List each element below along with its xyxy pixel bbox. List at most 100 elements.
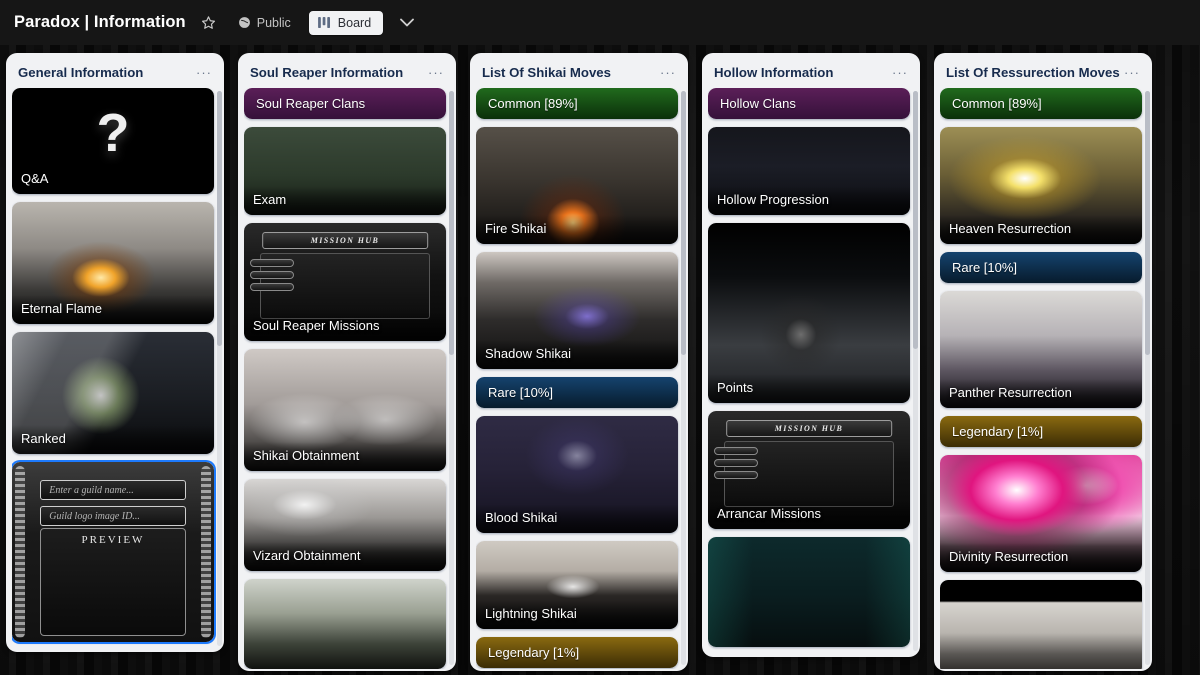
star-icon[interactable] (198, 12, 220, 34)
board-card[interactable]: Legendary [1%] (476, 637, 678, 669)
guild-name-input[interactable]: Enter a guild name... (40, 480, 186, 501)
board-card[interactable] (940, 580, 1142, 669)
board-card[interactable]: Exam (244, 127, 446, 216)
card-cover: Enter a guild name... Guild logo image ID… (12, 462, 214, 643)
card-cover: Ranked (12, 332, 214, 455)
list-header: General Information ··· (12, 59, 220, 88)
list-title[interactable]: General Information (18, 65, 143, 80)
board-card[interactable]: MISSION HUB Soul Reaper Missions (244, 223, 446, 342)
label-card[interactable]: Soul Reaper Clans (244, 88, 446, 120)
list-title[interactable]: List Of Ressurection Moves (946, 65, 1120, 80)
card-cover: Heaven Resurrection (940, 127, 1142, 245)
card-cover: Divinity Resurrection (940, 455, 1142, 573)
board-card[interactable]: Soul Reaper Clans (244, 88, 446, 120)
list-header: Soul Reaper Information ··· (244, 59, 452, 88)
board-card[interactable]: ? Q&A (12, 88, 214, 195)
board-card[interactable]: Panther Resurrection (940, 291, 1142, 409)
board-card[interactable]: Shikai Obtainment (244, 349, 446, 472)
card-title: Soul Reaper Missions (244, 312, 446, 342)
top-bar: Paradox | Information Public Board (0, 0, 1200, 45)
list-scrollbar[interactable] (681, 91, 686, 665)
board-list: Soul Reaper Information ··· Soul Reaper Cl… (238, 53, 456, 671)
card-title: Ranked (12, 425, 214, 455)
board-card[interactable]: Legendary [1%] (940, 416, 1142, 448)
list-header: Hollow Information ··· (708, 59, 916, 88)
label-card[interactable]: Rare [10%] (476, 377, 678, 409)
card-cover: Panther Resurrection (940, 291, 1142, 409)
board-card[interactable]: Common [89%] (940, 88, 1142, 120)
label-card-text: Rare [10%] (488, 385, 554, 401)
card-cover: Exam (244, 127, 446, 216)
card-list: Common [89%] Fire Shikai Shadow Shikai Rare… (476, 88, 684, 669)
list-scrollbar-thumb[interactable] (913, 91, 918, 349)
label-card[interactable]: Legendary [1%] (940, 416, 1142, 448)
list-title[interactable]: Hollow Information (714, 65, 833, 80)
label-card[interactable]: Hollow Clans (708, 88, 910, 120)
chain-decoration-left (15, 466, 25, 639)
board-card[interactable]: Shadow Shikai (476, 252, 678, 370)
list-menu-icon[interactable]: ··· (194, 66, 214, 79)
label-card[interactable]: Common [89%] (940, 88, 1142, 120)
card-cover: Eternal Flame (12, 202, 214, 325)
list-scrollbar[interactable] (913, 91, 918, 652)
card-list: ? Q&A Eternal Flame Ranked Enter a guild nam… (12, 88, 220, 650)
card-cover: Points (708, 223, 910, 404)
board-card[interactable]: Enter a guild name... Guild logo image ID… (12, 462, 214, 643)
board-card[interactable]: Heaven Resurrection (940, 127, 1142, 245)
list-scrollbar[interactable] (449, 91, 454, 665)
list-scrollbar-thumb[interactable] (1145, 91, 1150, 356)
board-card[interactable]: Points (708, 223, 910, 404)
list-scrollbar-thumb[interactable] (449, 91, 454, 356)
board-view-button[interactable]: Board (308, 10, 384, 35)
board-icon (317, 17, 331, 28)
board-card[interactable]: Common [89%] (476, 88, 678, 120)
board-card[interactable]: Rare [10%] (476, 377, 678, 409)
board-card[interactable]: Blood Shikai (476, 416, 678, 534)
card-title: Exam (244, 186, 446, 216)
card-list: Hollow Clans Hollow Progression Points MISS… (708, 88, 916, 655)
chevron-down-icon[interactable] (395, 13, 419, 32)
list-scrollbar-thumb[interactable] (217, 91, 222, 347)
board-card[interactable]: Rare [10%] (940, 252, 1142, 284)
list-menu-icon[interactable]: ··· (1122, 66, 1142, 79)
board-card[interactable]: Fire Shikai (476, 127, 678, 245)
board-list: List Of Ressurection Moves ··· Common [89%… (934, 53, 1152, 671)
list-menu-icon[interactable]: ··· (658, 66, 678, 79)
page-title: Paradox | Information (14, 13, 186, 31)
mission-hub-banner: MISSION HUB (262, 232, 428, 250)
board-card[interactable]: Ranked (12, 332, 214, 455)
board-card[interactable]: Eternal Flame (12, 202, 214, 325)
card-cover: Vizard Obtainment (244, 479, 446, 572)
board-card[interactable] (244, 579, 446, 669)
label-card[interactable]: Legendary [1%] (476, 637, 678, 669)
card-list: Soul Reaper Clans Exam MISSION HUB Soul Rea… (244, 88, 452, 669)
board-card[interactable]: Vizard Obtainment (244, 479, 446, 572)
board-card[interactable]: MISSION HUB Arrancar Missions (708, 411, 910, 530)
list-scrollbar[interactable] (217, 91, 222, 647)
list-menu-icon[interactable]: ··· (890, 66, 910, 79)
card-list: Common [89%] Heaven Resurrection Rare [10%… (940, 88, 1148, 669)
card-title: Q&A (12, 165, 214, 195)
board-card[interactable] (708, 537, 910, 648)
board-card[interactable]: Divinity Resurrection (940, 455, 1142, 573)
card-cover: Blood Shikai (476, 416, 678, 534)
list-title[interactable]: Soul Reaper Information (250, 65, 403, 80)
label-card[interactable]: Rare [10%] (940, 252, 1142, 284)
board-card[interactable]: Hollow Progression (708, 127, 910, 216)
visibility-label: Public (256, 15, 291, 30)
board-card[interactable]: Lightning Shikai (476, 541, 678, 630)
board-list: List Of Shikai Moves ··· Common [89%] Fire … (470, 53, 688, 671)
list-scrollbar[interactable] (1145, 91, 1150, 665)
list-menu-icon[interactable]: ··· (426, 66, 446, 79)
label-card[interactable]: Common [89%] (476, 88, 678, 120)
board-visibility[interactable]: Public (232, 13, 297, 33)
list-title[interactable]: List Of Shikai Moves (482, 65, 611, 80)
label-card-text: Common [89%] (952, 96, 1042, 112)
label-card-text: Hollow Clans (720, 96, 796, 112)
card-cover (940, 580, 1142, 669)
guild-logo-input[interactable]: Guild logo image ID... (40, 506, 186, 527)
label-card-text: Soul Reaper Clans (256, 96, 366, 112)
card-title: Divinity Resurrection (940, 543, 1142, 573)
list-scrollbar-thumb[interactable] (681, 91, 686, 356)
board-card[interactable]: Hollow Clans (708, 88, 910, 120)
